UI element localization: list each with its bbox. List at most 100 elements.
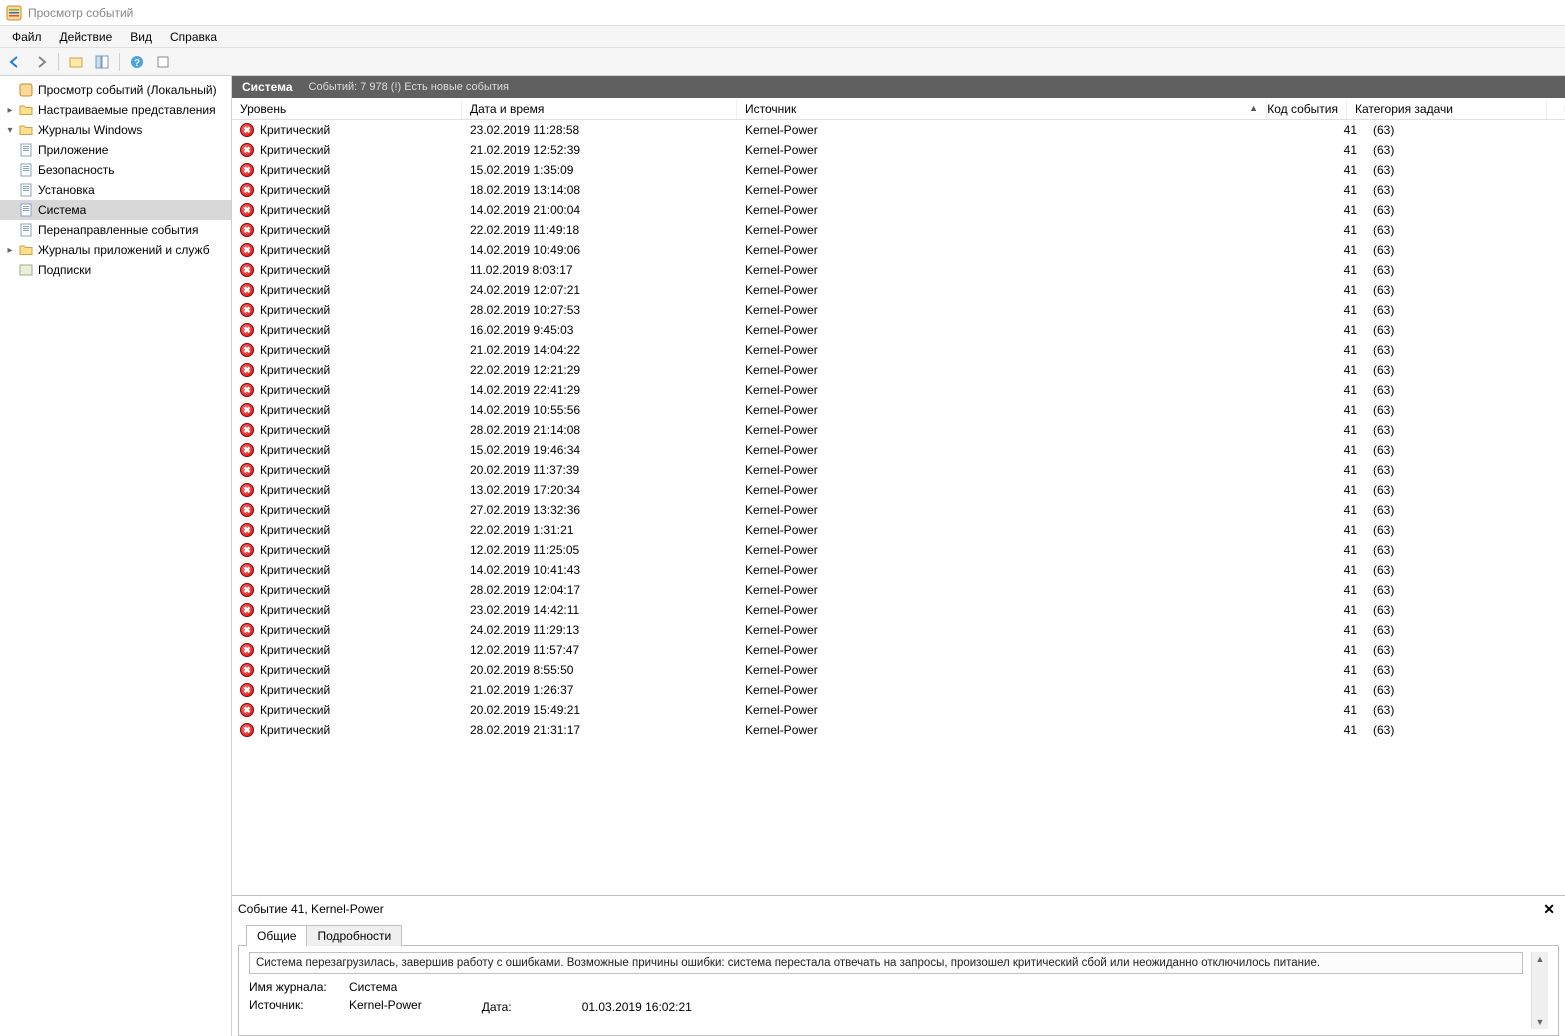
event-row[interactable]: ✖Критический13.02.2019 17:20:34Kernel-Po… xyxy=(232,480,1565,500)
meta-source-label: Источник: xyxy=(249,998,339,1012)
critical-icon: ✖ xyxy=(240,243,254,257)
help-button[interactable]: ? xyxy=(126,51,148,73)
tree-windows-logs-label: Журналы Windows xyxy=(36,123,142,137)
event-row[interactable]: ✖Критический20.02.2019 15:49:21Kernel-Po… xyxy=(232,700,1565,720)
event-source: Kernel-Power xyxy=(737,243,1285,257)
event-code: 41 xyxy=(1285,243,1365,257)
event-source: Kernel-Power xyxy=(737,263,1285,277)
event-row[interactable]: ✖Критический22.02.2019 11:49:18Kernel-Po… xyxy=(232,220,1565,240)
event-row[interactable]: ✖Критический21.02.2019 1:26:37Kernel-Pow… xyxy=(232,680,1565,700)
event-row[interactable]: ✖Критический28.02.2019 10:27:53Kernel-Po… xyxy=(232,300,1565,320)
menu-file[interactable]: Файл xyxy=(4,28,50,46)
event-row[interactable]: ✖Критический20.02.2019 11:37:39Kernel-Po… xyxy=(232,460,1565,480)
event-row[interactable]: ✖Критический18.02.2019 13:14:08Kernel-Po… xyxy=(232,180,1565,200)
event-row[interactable]: ✖Критический12.02.2019 11:25:05Kernel-Po… xyxy=(232,540,1565,560)
tab-general[interactable]: Общие xyxy=(246,925,307,946)
expand-collapsed-icon[interactable]: ▸ xyxy=(4,244,16,256)
menu-view[interactable]: Вид xyxy=(122,28,160,46)
critical-icon: ✖ xyxy=(240,263,254,277)
event-row[interactable]: ✖Критический28.02.2019 21:14:08Kernel-Po… xyxy=(232,420,1565,440)
event-level: Критический xyxy=(260,603,330,617)
event-row[interactable]: ✖Критический23.02.2019 11:28:58Kernel-Po… xyxy=(232,120,1565,140)
event-list: Уровень Дата и время Источник▲ Код событ… xyxy=(232,98,1565,896)
event-row[interactable]: ✖Критический22.02.2019 1:31:21Kernel-Pow… xyxy=(232,520,1565,540)
event-row[interactable]: ✖Критический12.02.2019 11:57:47Kernel-Po… xyxy=(232,640,1565,660)
event-row[interactable]: ✖Критический14.02.2019 21:00:04Kernel-Po… xyxy=(232,200,1565,220)
tree-windows-logs[interactable]: ▾ Журналы Windows xyxy=(0,120,231,140)
menu-action[interactable]: Действие xyxy=(52,28,121,46)
tree-log-forwarded[interactable]: Перенаправленные события xyxy=(0,220,231,240)
event-level: Критический xyxy=(260,163,330,177)
log-icon xyxy=(18,182,34,198)
event-code: 41 xyxy=(1285,463,1365,477)
toolbar-btn-2[interactable] xyxy=(91,51,113,73)
event-source: Kernel-Power xyxy=(737,583,1285,597)
event-category: (63) xyxy=(1365,463,1565,477)
critical-icon: ✖ xyxy=(240,343,254,357)
event-level: Критический xyxy=(260,343,330,357)
event-code: 41 xyxy=(1285,383,1365,397)
expand-collapsed-icon[interactable]: ▸ xyxy=(4,104,16,116)
tree-custom-views[interactable]: ▸ Настраиваемые представления xyxy=(0,100,231,120)
toolbar-btn-3[interactable] xyxy=(152,51,174,73)
event-source: Kernel-Power xyxy=(737,483,1285,497)
list-body[interactable]: ✖Критический23.02.2019 11:28:58Kernel-Po… xyxy=(232,120,1565,895)
tree-root[interactable]: Просмотр событий (Локальный) xyxy=(0,80,231,100)
event-row[interactable]: ✖Критический14.02.2019 10:55:56Kernel-Po… xyxy=(232,400,1565,420)
tree-subscriptions[interactable]: Подписки xyxy=(0,260,231,280)
critical-icon: ✖ xyxy=(240,663,254,677)
details-scrollbar[interactable]: ▲ ▼ xyxy=(1531,952,1548,1029)
event-row[interactable]: ✖Критический20.02.2019 8:55:50Kernel-Pow… xyxy=(232,660,1565,680)
event-category: (63) xyxy=(1365,363,1565,377)
event-level: Критический xyxy=(260,243,330,257)
event-date: 21.02.2019 12:52:39 xyxy=(462,143,737,157)
event-row[interactable]: ✖Критический15.02.2019 1:35:09Kernel-Pow… xyxy=(232,160,1565,180)
nav-back-button[interactable] xyxy=(4,51,26,73)
event-level: Критический xyxy=(260,623,330,637)
event-row[interactable]: ✖Критический28.02.2019 12:04:17Kernel-Po… xyxy=(232,580,1565,600)
tree-log-system[interactable]: Система xyxy=(0,200,231,220)
event-date: 23.02.2019 14:42:11 xyxy=(462,603,737,617)
tree-log-security[interactable]: Безопасность xyxy=(0,160,231,180)
event-row[interactable]: ✖Критический21.02.2019 12:52:39Kernel-Po… xyxy=(232,140,1565,160)
tab-details[interactable]: Подробности xyxy=(306,925,402,946)
event-date: 28.02.2019 21:14:08 xyxy=(462,423,737,437)
event-code: 41 xyxy=(1285,423,1365,437)
event-row[interactable]: ✖Критический21.02.2019 14:04:22Kernel-Po… xyxy=(232,340,1565,360)
close-details-button[interactable]: ✕ xyxy=(1539,901,1559,918)
event-row[interactable]: ✖Критический14.02.2019 22:41:29Kernel-Po… xyxy=(232,380,1565,400)
toolbar-btn-1[interactable] xyxy=(65,51,87,73)
event-row[interactable]: ✖Критический24.02.2019 12:07:21Kernel-Po… xyxy=(232,280,1565,300)
event-row[interactable]: ✖Критический14.02.2019 10:41:43Kernel-Po… xyxy=(232,560,1565,580)
event-row[interactable]: ✖Критический23.02.2019 14:42:11Kernel-Po… xyxy=(232,600,1565,620)
critical-icon: ✖ xyxy=(240,323,254,337)
event-row[interactable]: ✖Критический27.02.2019 13:32:36Kernel-Po… xyxy=(232,500,1565,520)
tree-app-services-logs[interactable]: ▸ Журналы приложений и служб xyxy=(0,240,231,260)
event-date: 24.02.2019 11:29:13 xyxy=(462,623,737,637)
toolbar: ? xyxy=(0,48,1565,76)
col-code[interactable]: Код события xyxy=(1267,99,1347,119)
event-row[interactable]: ✖Критический24.02.2019 11:29:13Kernel-Po… xyxy=(232,620,1565,640)
event-date: 27.02.2019 13:32:36 xyxy=(462,503,737,517)
col-source[interactable]: Источник▲ xyxy=(737,99,1267,119)
event-level: Критический xyxy=(260,263,330,277)
critical-icon: ✖ xyxy=(240,583,254,597)
tree-log-application[interactable]: Приложение xyxy=(0,140,231,160)
details-title: Событие 41, Kernel-Power xyxy=(238,902,384,916)
event-source: Kernel-Power xyxy=(737,323,1285,337)
event-row[interactable]: ✖Критический14.02.2019 10:49:06Kernel-Po… xyxy=(232,240,1565,260)
critical-icon: ✖ xyxy=(240,603,254,617)
log-icon xyxy=(18,222,34,238)
event-row[interactable]: ✖Критический15.02.2019 19:46:34Kernel-Po… xyxy=(232,440,1565,460)
expand-expanded-icon[interactable]: ▾ xyxy=(4,124,16,136)
tree-log-setup[interactable]: Установка xyxy=(0,180,231,200)
col-date[interactable]: Дата и время xyxy=(462,99,737,119)
event-row[interactable]: ✖Критический11.02.2019 8:03:17Kernel-Pow… xyxy=(232,260,1565,280)
menu-help[interactable]: Справка xyxy=(162,28,225,46)
event-row[interactable]: ✖Критический22.02.2019 12:21:29Kernel-Po… xyxy=(232,360,1565,380)
col-level[interactable]: Уровень xyxy=(232,99,462,119)
nav-forward-button[interactable] xyxy=(30,51,52,73)
event-row[interactable]: ✖Критический16.02.2019 9:45:03Kernel-Pow… xyxy=(232,320,1565,340)
col-category[interactable]: Категория задачи xyxy=(1347,99,1547,119)
event-row[interactable]: ✖Критический28.02.2019 21:31:17Kernel-Po… xyxy=(232,720,1565,740)
